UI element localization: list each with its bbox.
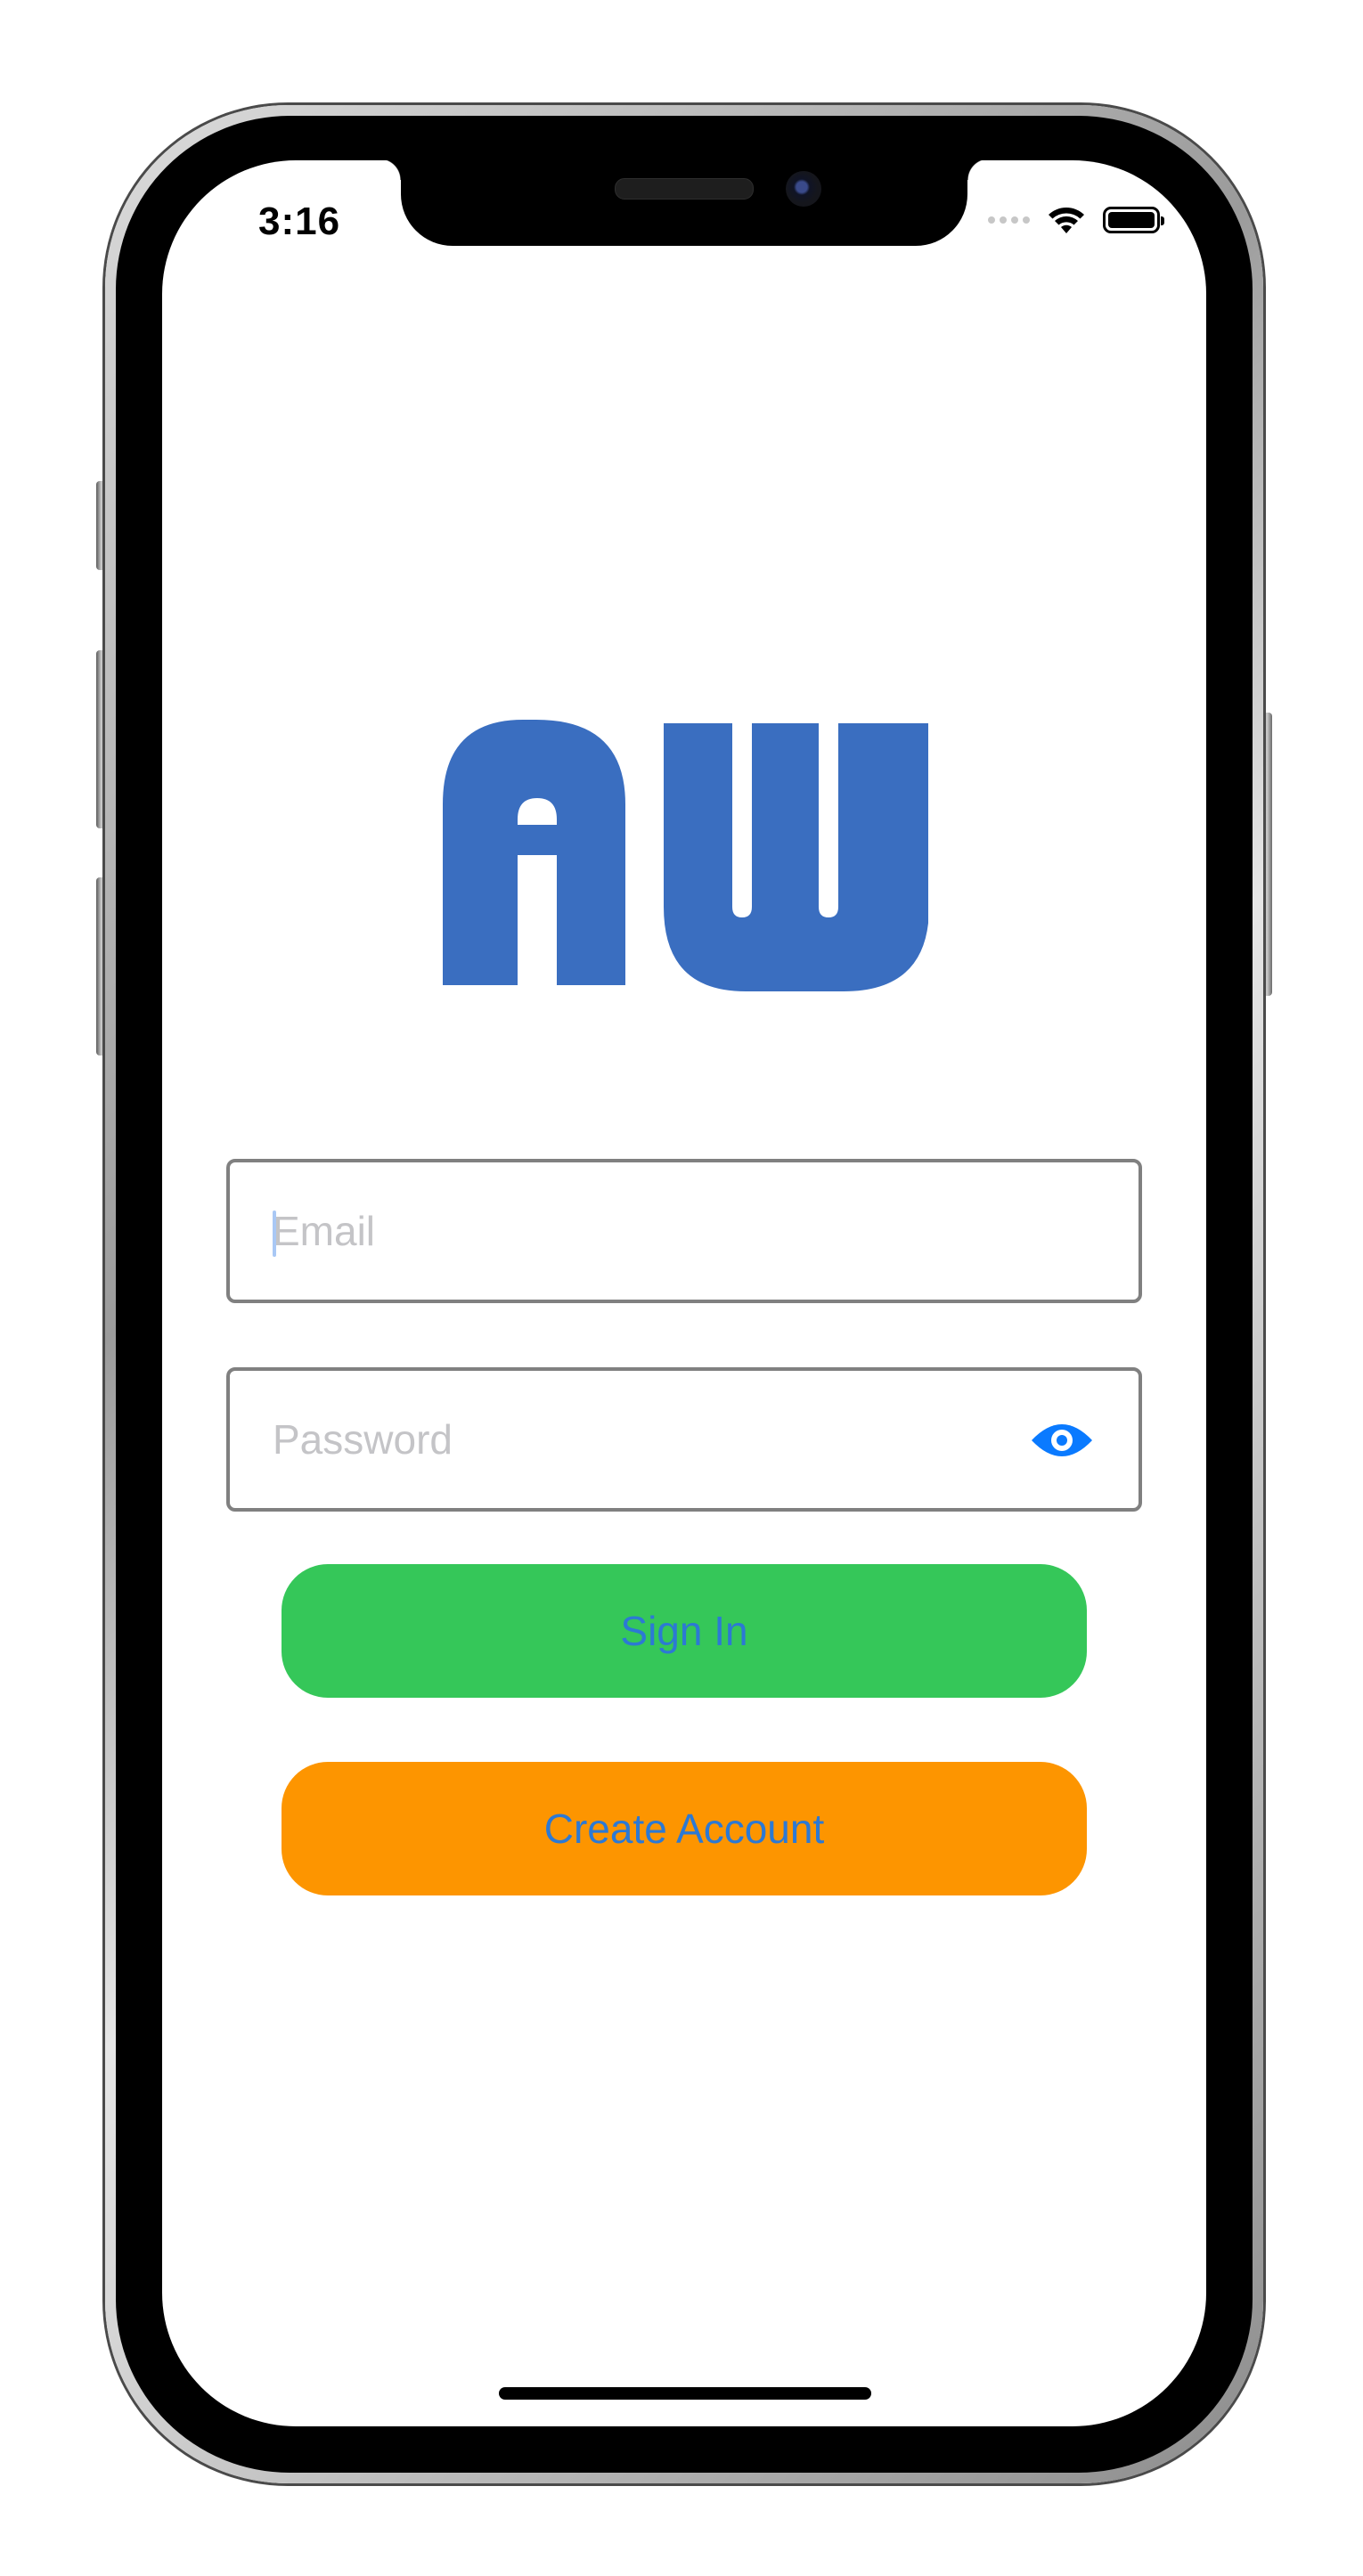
app-logo: AW bbox=[443, 720, 928, 991]
password-field[interactable] bbox=[226, 1367, 1142, 1512]
front-camera bbox=[786, 171, 821, 207]
status-time: 3:16 bbox=[258, 200, 341, 243]
battery-icon bbox=[1103, 207, 1164, 233]
earpiece-speaker bbox=[615, 178, 754, 200]
notch bbox=[380, 160, 989, 246]
logo-letter-w bbox=[664, 723, 928, 991]
email-input[interactable] bbox=[273, 1162, 1039, 1300]
email-field[interactable] bbox=[226, 1159, 1142, 1303]
logo-letter-a bbox=[443, 720, 625, 985]
status-icons bbox=[988, 205, 1164, 235]
eye-icon[interactable] bbox=[1030, 1419, 1094, 1462]
wifi-icon bbox=[1049, 208, 1084, 233]
device-mockup: 3:16 AW bbox=[0, 0, 1363, 2576]
text-cursor bbox=[273, 1211, 276, 1257]
app-screen: 3:16 AW bbox=[162, 160, 1206, 2426]
password-input[interactable] bbox=[273, 1371, 1039, 1508]
create-account-button[interactable]: Create Account bbox=[282, 1762, 1087, 1895]
cellular-signal-icon bbox=[988, 216, 1030, 224]
home-indicator[interactable] bbox=[499, 2387, 871, 2400]
sign-in-button[interactable]: Sign In bbox=[282, 1564, 1087, 1698]
